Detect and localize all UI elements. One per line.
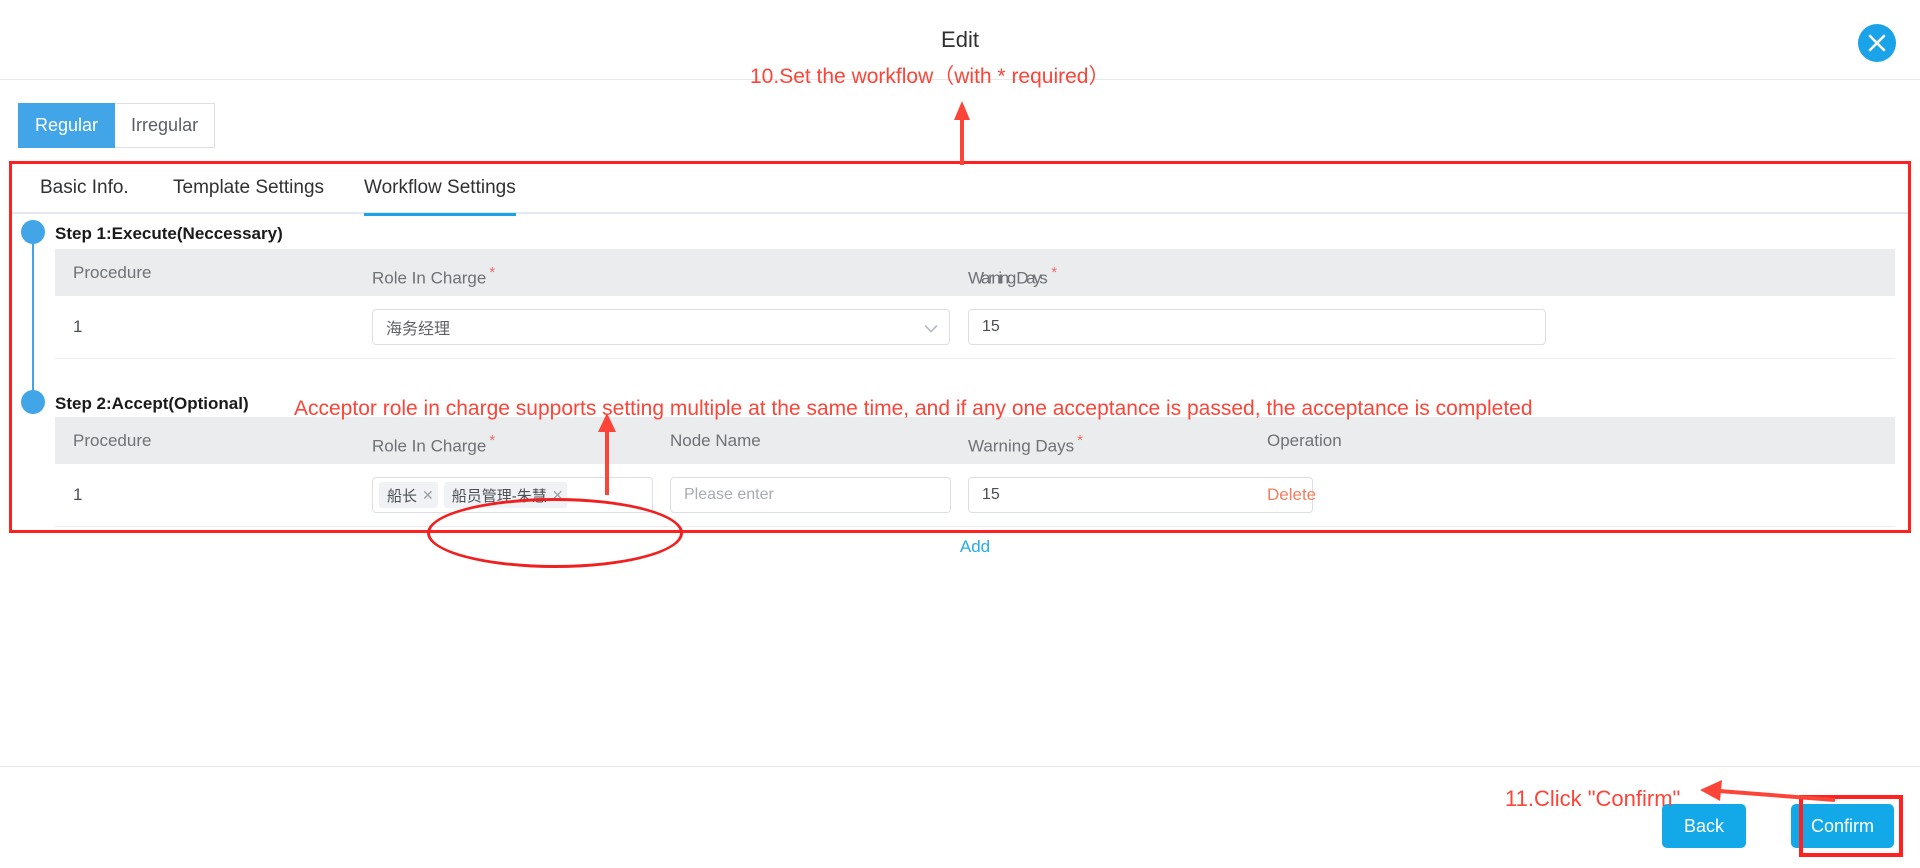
close-icon[interactable] — [1858, 24, 1896, 62]
remove-tag-icon[interactable]: ✕ — [552, 488, 564, 502]
add-row-container: Add — [55, 527, 1895, 577]
header-warning-days: Warning Days * — [968, 417, 1083, 464]
required-asterisk: * — [1051, 264, 1058, 281]
timeline-dot-step1 — [21, 220, 45, 244]
header-procedure-label: Procedure — [73, 263, 152, 282]
role-tag-label: 船员管理-朱慧 — [451, 487, 547, 505]
warning-days-input[interactable] — [968, 309, 1546, 345]
header-node-name-label: Node Name — [670, 431, 761, 450]
table-row: 1 船长 ✕ 船员管理-朱慧 ✕ Please enter 15 Delete — [55, 464, 1895, 527]
required-asterisk: * — [489, 264, 496, 281]
chevron-down-icon — [924, 322, 938, 340]
warning-days-input[interactable] — [968, 477, 1313, 513]
timeline-dot-step2 — [21, 390, 45, 414]
role-tag[interactable]: 船员管理-朱慧 ✕ — [443, 482, 568, 508]
header-warning-days-label: Warning Days — [968, 436, 1075, 456]
header-procedure-label: Procedure — [73, 431, 152, 450]
header-operation: Operation — [1267, 417, 1342, 464]
cell-procedure: 1 — [73, 296, 82, 358]
step-2-title: Step 2:Accept(Optional) — [55, 394, 249, 413]
role-in-charge-select[interactable]: 海务经理 — [372, 309, 950, 345]
confirm-button[interactable]: Confirm — [1790, 804, 1894, 848]
remove-tag-icon[interactable]: ✕ — [422, 488, 434, 502]
add-row-button[interactable]: Add — [960, 537, 990, 557]
cell-role-in-charge: 海务经理 — [372, 296, 950, 358]
segment-irregular[interactable]: Irregular — [115, 103, 216, 148]
procedure-value: 1 — [73, 317, 83, 336]
back-button[interactable]: Back — [1662, 804, 1746, 848]
role-in-charge-value: 海务经理 — [386, 321, 451, 338]
cell-procedure: 1 — [73, 464, 82, 526]
step-1-title: Step 1:Execute(Neccessary) — [55, 224, 283, 243]
workflow-panel: Basic Info. Template Settings Workflow S… — [12, 164, 1908, 556]
header-warning-days-label: Warning Days — [968, 268, 1048, 288]
type-segmented-control: Regular Irregular — [18, 103, 216, 148]
cell-warning-days — [968, 296, 1546, 358]
cell-role-in-charge: 船长 ✕ 船员管理-朱慧 ✕ — [372, 464, 653, 526]
tab-workflow-settings[interactable]: Workflow Settings — [364, 164, 516, 216]
procedure-value: 1 — [73, 485, 83, 504]
header-procedure: Procedure — [73, 249, 151, 296]
cell-node-name — [670, 464, 951, 526]
header-node-name: Node Name — [670, 417, 761, 464]
header-role-in-charge: Role In Charge * — [372, 417, 495, 464]
timeline-rail — [32, 232, 34, 414]
header-role-in-charge-label: Role In Charge — [372, 436, 487, 456]
modal-footer: Back Confirm — [0, 766, 1920, 868]
required-asterisk: * — [489, 432, 496, 449]
delete-row-button[interactable]: Delete — [1267, 485, 1316, 505]
tab-bar: Basic Info. Template Settings Workflow S… — [12, 164, 1908, 216]
tab-template-settings[interactable]: Template Settings — [173, 164, 324, 214]
required-asterisk: * — [1077, 432, 1083, 449]
header-role-in-charge: Role In Charge * — [372, 249, 495, 296]
header-procedure: Procedure — [73, 417, 151, 464]
header-warning-days: Warning Days * — [968, 249, 1057, 296]
header-role-in-charge-label: Role In Charge — [372, 268, 487, 288]
tab-basic-info[interactable]: Basic Info. — [40, 164, 129, 214]
role-tag[interactable]: 船长 ✕ — [379, 482, 438, 508]
role-in-charge-multiselect[interactable]: 船长 ✕ 船员管理-朱慧 ✕ — [372, 477, 653, 513]
step-2-table-header: Procedure Role In Charge * Node Name Warn… — [55, 417, 1895, 464]
role-tag-label: 船长 — [387, 487, 418, 505]
cell-warning-days — [968, 464, 1313, 526]
step-2-table: Procedure Role In Charge * Node Name Warn… — [55, 417, 1895, 577]
step-1-table-header: Procedure Role In Charge * Warning Days * — [55, 249, 1895, 296]
page-title: Edit — [941, 27, 979, 52]
step-1-table: Procedure Role In Charge * Warning Days * … — [55, 249, 1895, 359]
node-name-input[interactable] — [670, 477, 951, 513]
table-row: 1 海务经理 — [55, 296, 1895, 359]
segment-regular[interactable]: Regular — [18, 103, 116, 148]
cell-operation: Delete — [1267, 464, 1316, 526]
modal-header: Edit — [0, 0, 1920, 80]
header-operation-label: Operation — [1267, 431, 1342, 450]
